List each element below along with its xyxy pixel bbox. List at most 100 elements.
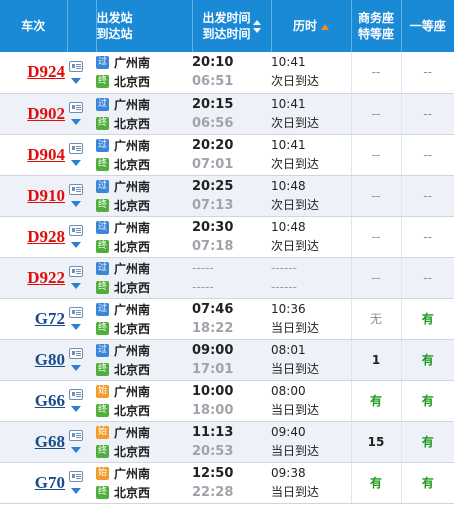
arrival-day-note: 次日到达: [271, 156, 320, 171]
chevron-down-icon[interactable]: [71, 119, 81, 125]
train-number-link[interactable]: D928: [27, 227, 65, 246]
time-sort-control[interactable]: [252, 19, 261, 33]
chevron-down-icon[interactable]: [71, 365, 81, 371]
train-cell: D924: [0, 52, 67, 94]
train-number-link[interactable]: G66: [35, 391, 65, 410]
from-station-line: 过广州南: [96, 300, 192, 319]
times-cell: 09:00 17:01: [192, 339, 271, 381]
business-seat-cell: --: [350, 216, 401, 258]
table-row: G80 过广州南终北京西 09:00 17:01 08:01 当日到达 1 有: [0, 339, 454, 381]
from-station-line: 过广州南: [96, 53, 192, 72]
duration-cell: 09:40 当日到达: [271, 421, 351, 463]
info-icon[interactable]: [69, 348, 83, 359]
sort-up-icon[interactable]: [252, 19, 261, 25]
to-station: 北京西: [114, 403, 151, 418]
first-class-cell: --: [400, 175, 454, 217]
first-class-availability: --: [423, 229, 433, 244]
chevron-down-icon[interactable]: [71, 447, 81, 453]
stations-cell: 始广州南终北京西: [96, 421, 192, 463]
chevron-down-icon[interactable]: [71, 488, 81, 494]
train-number-link[interactable]: D922: [27, 268, 65, 287]
train-number-link[interactable]: G72: [35, 309, 65, 328]
chevron-down-icon[interactable]: [71, 324, 81, 330]
from-station-line: 过广州南: [96, 136, 192, 155]
info-icon[interactable]: [69, 471, 83, 482]
info-icon[interactable]: [69, 102, 83, 113]
chevron-down-icon[interactable]: [71, 242, 81, 248]
arrival-time: 06:56: [192, 115, 234, 131]
chevron-down-icon[interactable]: [71, 283, 81, 289]
arrival-time: 06:51: [192, 74, 234, 90]
train-cell: G66: [0, 380, 67, 422]
header-duration[interactable]: 历时: [271, 0, 352, 52]
station-type-badge: 过: [96, 343, 109, 357]
info-icon[interactable]: [69, 184, 83, 195]
train-number-link[interactable]: G68: [35, 432, 65, 451]
header-train[interactable]: 车次: [0, 0, 68, 52]
header-time-dep: 出发时间: [202, 11, 251, 25]
train-number-link[interactable]: D910: [27, 186, 65, 205]
info-icon[interactable]: [69, 307, 83, 318]
chevron-down-icon[interactable]: [71, 201, 81, 207]
first-class-cell: --: [400, 257, 454, 299]
duration-value: 08:00: [271, 383, 306, 398]
station-type-badge: 终: [96, 485, 109, 499]
info-icon[interactable]: [69, 266, 83, 277]
train-number-link[interactable]: D904: [27, 145, 65, 164]
arrival-day-note: 次日到达: [271, 74, 320, 89]
first-class-availability: --: [423, 147, 433, 162]
station-type-badge: 终: [96, 444, 109, 458]
table-row: G70 始广州南终北京西 12:50 22:28 09:38 当日到达有有: [0, 462, 454, 504]
first-class-cell: 有: [400, 298, 454, 340]
train-cell: G72: [0, 298, 67, 340]
train-number-link[interactable]: D924: [27, 62, 65, 81]
business-seat-availability: 无: [369, 312, 382, 326]
to-station-line: 终北京西: [96, 401, 192, 420]
first-class-cell: --: [400, 52, 454, 94]
departure-time: 20:30: [192, 219, 234, 235]
train-number-link[interactable]: D902: [27, 104, 65, 123]
train-number-link[interactable]: G70: [35, 473, 65, 492]
to-station: 北京西: [114, 280, 151, 295]
from-station: 广州南: [114, 220, 151, 235]
info-icon[interactable]: [69, 143, 83, 154]
times-cell: 10:00 18:00: [192, 380, 271, 422]
duration-value: ------: [271, 260, 297, 275]
info-icon[interactable]: [69, 225, 83, 236]
duration-value: 10:48: [271, 219, 306, 234]
to-station-line: 终北京西: [96, 360, 192, 379]
sort-down-icon[interactable]: [252, 27, 261, 33]
chevron-down-icon[interactable]: [71, 160, 81, 166]
train-icons-cell: [67, 93, 96, 135]
duration-cell: 10:48 次日到达: [271, 216, 351, 258]
to-station-line: 终北京西: [96, 72, 192, 91]
business-seat-availability: --: [371, 147, 381, 162]
to-station-line: 终北京西: [96, 114, 192, 133]
first-class-availability: --: [423, 65, 433, 80]
train-icons-cell: [67, 175, 96, 217]
info-icon[interactable]: [69, 430, 83, 441]
to-station-line: 终北京西: [96, 155, 192, 174]
duration-cell: 10:41 次日到达: [271, 93, 351, 135]
times-cell: 11:13 20:53: [192, 421, 271, 463]
header-time-arr: 到达时间: [202, 27, 251, 41]
train-number-link[interactable]: G80: [35, 350, 65, 369]
from-station-line: 过广州南: [96, 95, 192, 114]
first-class-availability: 有: [421, 394, 434, 408]
to-station: 北京西: [114, 362, 151, 377]
to-station: 北京西: [114, 75, 151, 90]
duration-sort-up-icon[interactable]: [321, 23, 329, 30]
info-icon[interactable]: [69, 389, 83, 400]
business-seat-cell: 有: [350, 462, 401, 504]
chevron-down-icon[interactable]: [71, 77, 81, 84]
arrival-day-note: 当日到达: [271, 361, 320, 376]
table-row: D924 过广州南终北京西 20:10 06:51 10:41 次日到达 -- --: [0, 52, 454, 94]
to-station: 北京西: [114, 198, 151, 213]
departure-time: 12:50: [192, 465, 234, 481]
header-station-to: 到达站: [96, 27, 133, 41]
header-times[interactable]: 出发时间 到达时间: [192, 0, 272, 52]
business-seat-cell: --: [350, 175, 401, 217]
info-icon[interactable]: [69, 60, 83, 72]
station-type-badge: 终: [96, 198, 109, 212]
chevron-down-icon[interactable]: [71, 406, 81, 412]
